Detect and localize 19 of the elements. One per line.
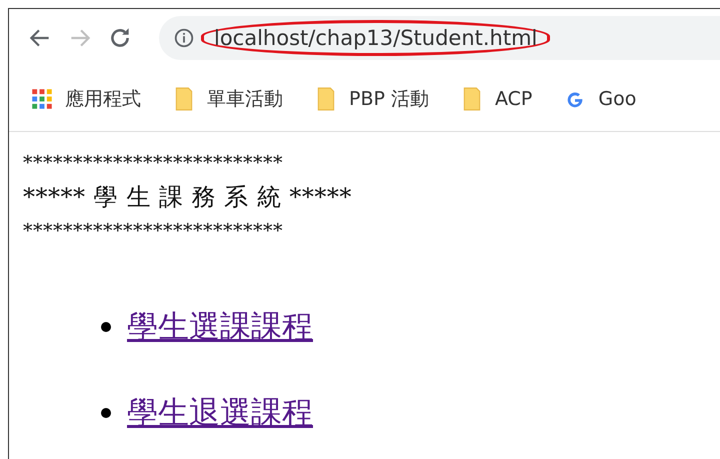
- banner-text: **************************: [23, 151, 284, 176]
- course-link[interactable]: 學生退選課程: [127, 392, 313, 434]
- bookmark[interactable]: Goo: [564, 87, 636, 111]
- address-bar[interactable]: localhost/chap13/Student.html: [159, 16, 720, 60]
- bookmark[interactable]: 單車活動: [173, 86, 283, 112]
- bookmark[interactable]: ACP: [461, 87, 532, 111]
- info-icon[interactable]: [173, 27, 195, 49]
- course-link[interactable]: 學生選課課程: [127, 306, 313, 348]
- banner-text: ***** 學 生 課 務 系 統 *****: [23, 182, 353, 213]
- bookmark[interactable]: 應用程式: [31, 86, 141, 112]
- bullet-icon: [101, 408, 111, 418]
- url-text: localhost/chap13/Student.html: [201, 20, 550, 56]
- folder-icon: [315, 87, 337, 111]
- apps-grid-icon: [31, 87, 53, 111]
- bullet-icon: [101, 322, 111, 332]
- folder-icon: [461, 87, 483, 111]
- banner-text: **************************: [23, 219, 284, 244]
- folder-icon: [173, 87, 195, 111]
- bookmark[interactable]: PBP 活動: [315, 86, 429, 112]
